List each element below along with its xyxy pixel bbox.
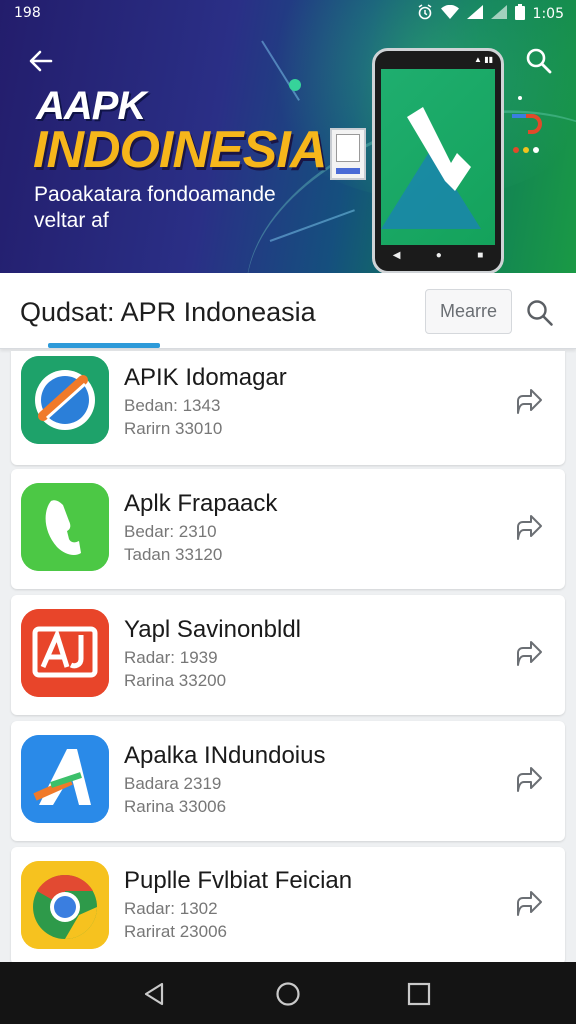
app-meta-line2: Tadan 33120 [124, 545, 223, 564]
app-name: Puplle Fvlbiat Feician [124, 867, 353, 894]
status-time: 1:05 [532, 6, 564, 22]
phone-status-icons: ▲ ▮▮ [474, 55, 493, 64]
hero-dot-decor [289, 79, 301, 91]
share-icon[interactable] [514, 513, 544, 543]
search-icon[interactable] [524, 46, 554, 76]
wifi-icon [440, 4, 459, 23]
app-name: Aplk Frapaack [124, 490, 278, 517]
list-item[interactable]: APIK Idomagar Bedan: 1343 Rarirn 33010 [11, 351, 565, 465]
share-icon[interactable] [514, 889, 544, 919]
decor-icons [508, 92, 548, 162]
nav-recents-icon[interactable] [405, 980, 433, 1008]
signal-icon [466, 5, 483, 23]
status-bar: 198 1:05 [0, 0, 576, 28]
hero-banner: 198 1:05 AAPK INDOINESIA Paoakatara fond… [0, 0, 576, 273]
app-name: Apalka INdundoius [124, 742, 326, 769]
hero-tagline: Paoakatara fondoamande veltar af [34, 183, 276, 232]
aj-letters-icon [21, 609, 109, 697]
share-icon[interactable] [514, 639, 544, 669]
list-item[interactable]: Apalka INdundoius Badara 2319 Rarina 330… [11, 721, 565, 841]
alarm-icon [417, 4, 433, 24]
more-button[interactable]: Mearre [425, 289, 512, 334]
app-meta-line2: Rarirat 23006 [124, 922, 228, 941]
app-meta-line2: Rarirn 33010 [124, 419, 223, 438]
back-arrow-icon[interactable] [26, 46, 56, 76]
system-nav-bar [0, 962, 576, 1024]
id-card-illustration [330, 128, 366, 180]
app-name: Yapl Savinonbldl [124, 616, 302, 643]
app-meta-line2: Rarina 33006 [124, 797, 227, 816]
app-meta-line1: Bedan: 1343 [124, 396, 221, 415]
chrome-icon [21, 861, 109, 949]
app-meta-line1: Radar: 1939 [124, 648, 218, 667]
search-query-label[interactable]: Qudsat: APR Indoneasia [20, 297, 316, 328]
active-tab-indicator [48, 343, 160, 348]
nav-back-icon[interactable] [140, 980, 168, 1008]
battery-icon [514, 4, 525, 24]
share-icon[interactable] [514, 387, 544, 417]
app-meta-line2: Rarina 33200 [124, 671, 227, 690]
list-item[interactable]: Aplk Frapaack Bedar: 2310 Tadan 33120 [11, 469, 565, 589]
nav-home-icon[interactable] [274, 980, 302, 1008]
check-mark-icon [405, 105, 475, 200]
phone-leaf-icon [21, 483, 109, 571]
signal-icon-2 [490, 5, 507, 23]
search-bar: Qudsat: APR Indoneasia Mearre [0, 273, 576, 349]
shield-blue-icon [21, 356, 109, 444]
list-item[interactable]: Yapl Savinonbldl Radar: 1939 Rarina 3320… [11, 595, 565, 715]
search-icon[interactable] [524, 297, 556, 329]
a-letter-icon [21, 735, 109, 823]
app-name: APIK Idomagar [124, 364, 287, 391]
phone-illustration: ▲ ▮▮ ◀ ● ■ [372, 48, 504, 273]
status-left-text: 198 [14, 5, 41, 21]
app-meta-line1: Bedar: 2310 [124, 522, 217, 541]
app-meta-line1: Radar: 1302 [124, 899, 218, 918]
share-icon[interactable] [514, 765, 544, 795]
app-meta-line1: Badara 2319 [124, 774, 222, 793]
brand-title-line2: INDOINESIA [33, 121, 327, 179]
list-item[interactable]: Puplle Fvlbiat Feician Radar: 1302 Rarir… [11, 847, 565, 965]
